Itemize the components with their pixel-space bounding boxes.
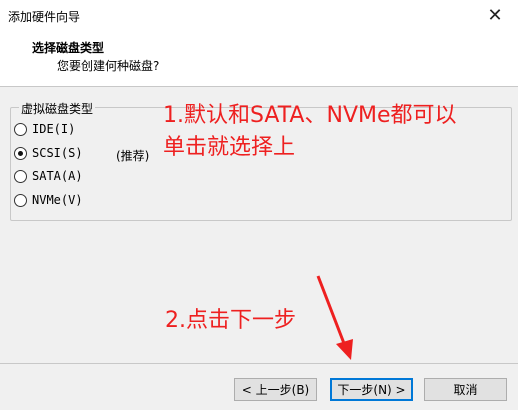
footer-divider	[0, 363, 518, 364]
annotation-arrow	[316, 275, 353, 360]
back-button[interactable]: < 上一步(B)	[234, 378, 317, 401]
next-button[interactable]: 下一步(N) >	[330, 378, 413, 401]
arrow-head	[336, 339, 353, 360]
arrow-shaft	[316, 275, 347, 347]
cancel-button[interactable]: 取消	[424, 378, 507, 401]
